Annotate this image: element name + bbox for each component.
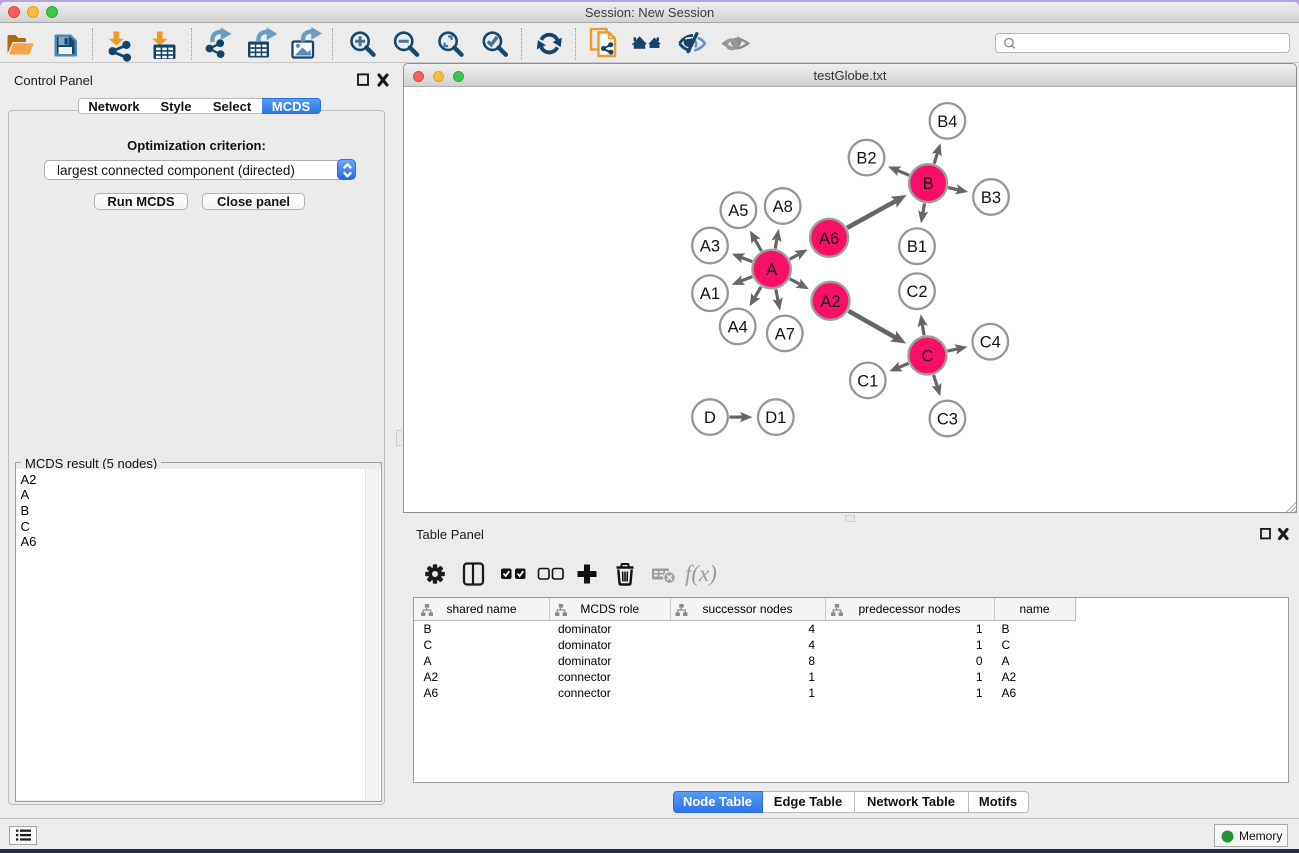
svg-text:D: D [704,409,716,427]
svg-text:B3: B3 [981,189,1001,207]
svg-text:C1: C1 [857,372,878,390]
svg-text:f(x): f(x) [685,561,717,586]
svg-text:B2: B2 [856,150,876,168]
svg-text:A2: A2 [820,293,840,311]
svg-text:A7: A7 [775,325,795,343]
svg-text:C2: C2 [906,283,927,301]
svg-text:B1: B1 [907,238,927,256]
svg-text:C4: C4 [980,334,1001,352]
svg-text:B4: B4 [937,113,957,131]
svg-text:A5: A5 [728,202,748,220]
svg-text:C: C [921,348,933,366]
svg-text:A4: A4 [728,318,748,336]
svg-text:A6: A6 [819,230,839,248]
svg-text:C3: C3 [937,411,958,429]
svg-text:A: A [766,261,777,279]
svg-text:A8: A8 [773,198,793,216]
svg-text:A3: A3 [700,238,720,256]
svg-text:B: B [923,175,934,193]
svg-text:A1: A1 [700,285,720,303]
svg-text:D1: D1 [765,409,786,427]
